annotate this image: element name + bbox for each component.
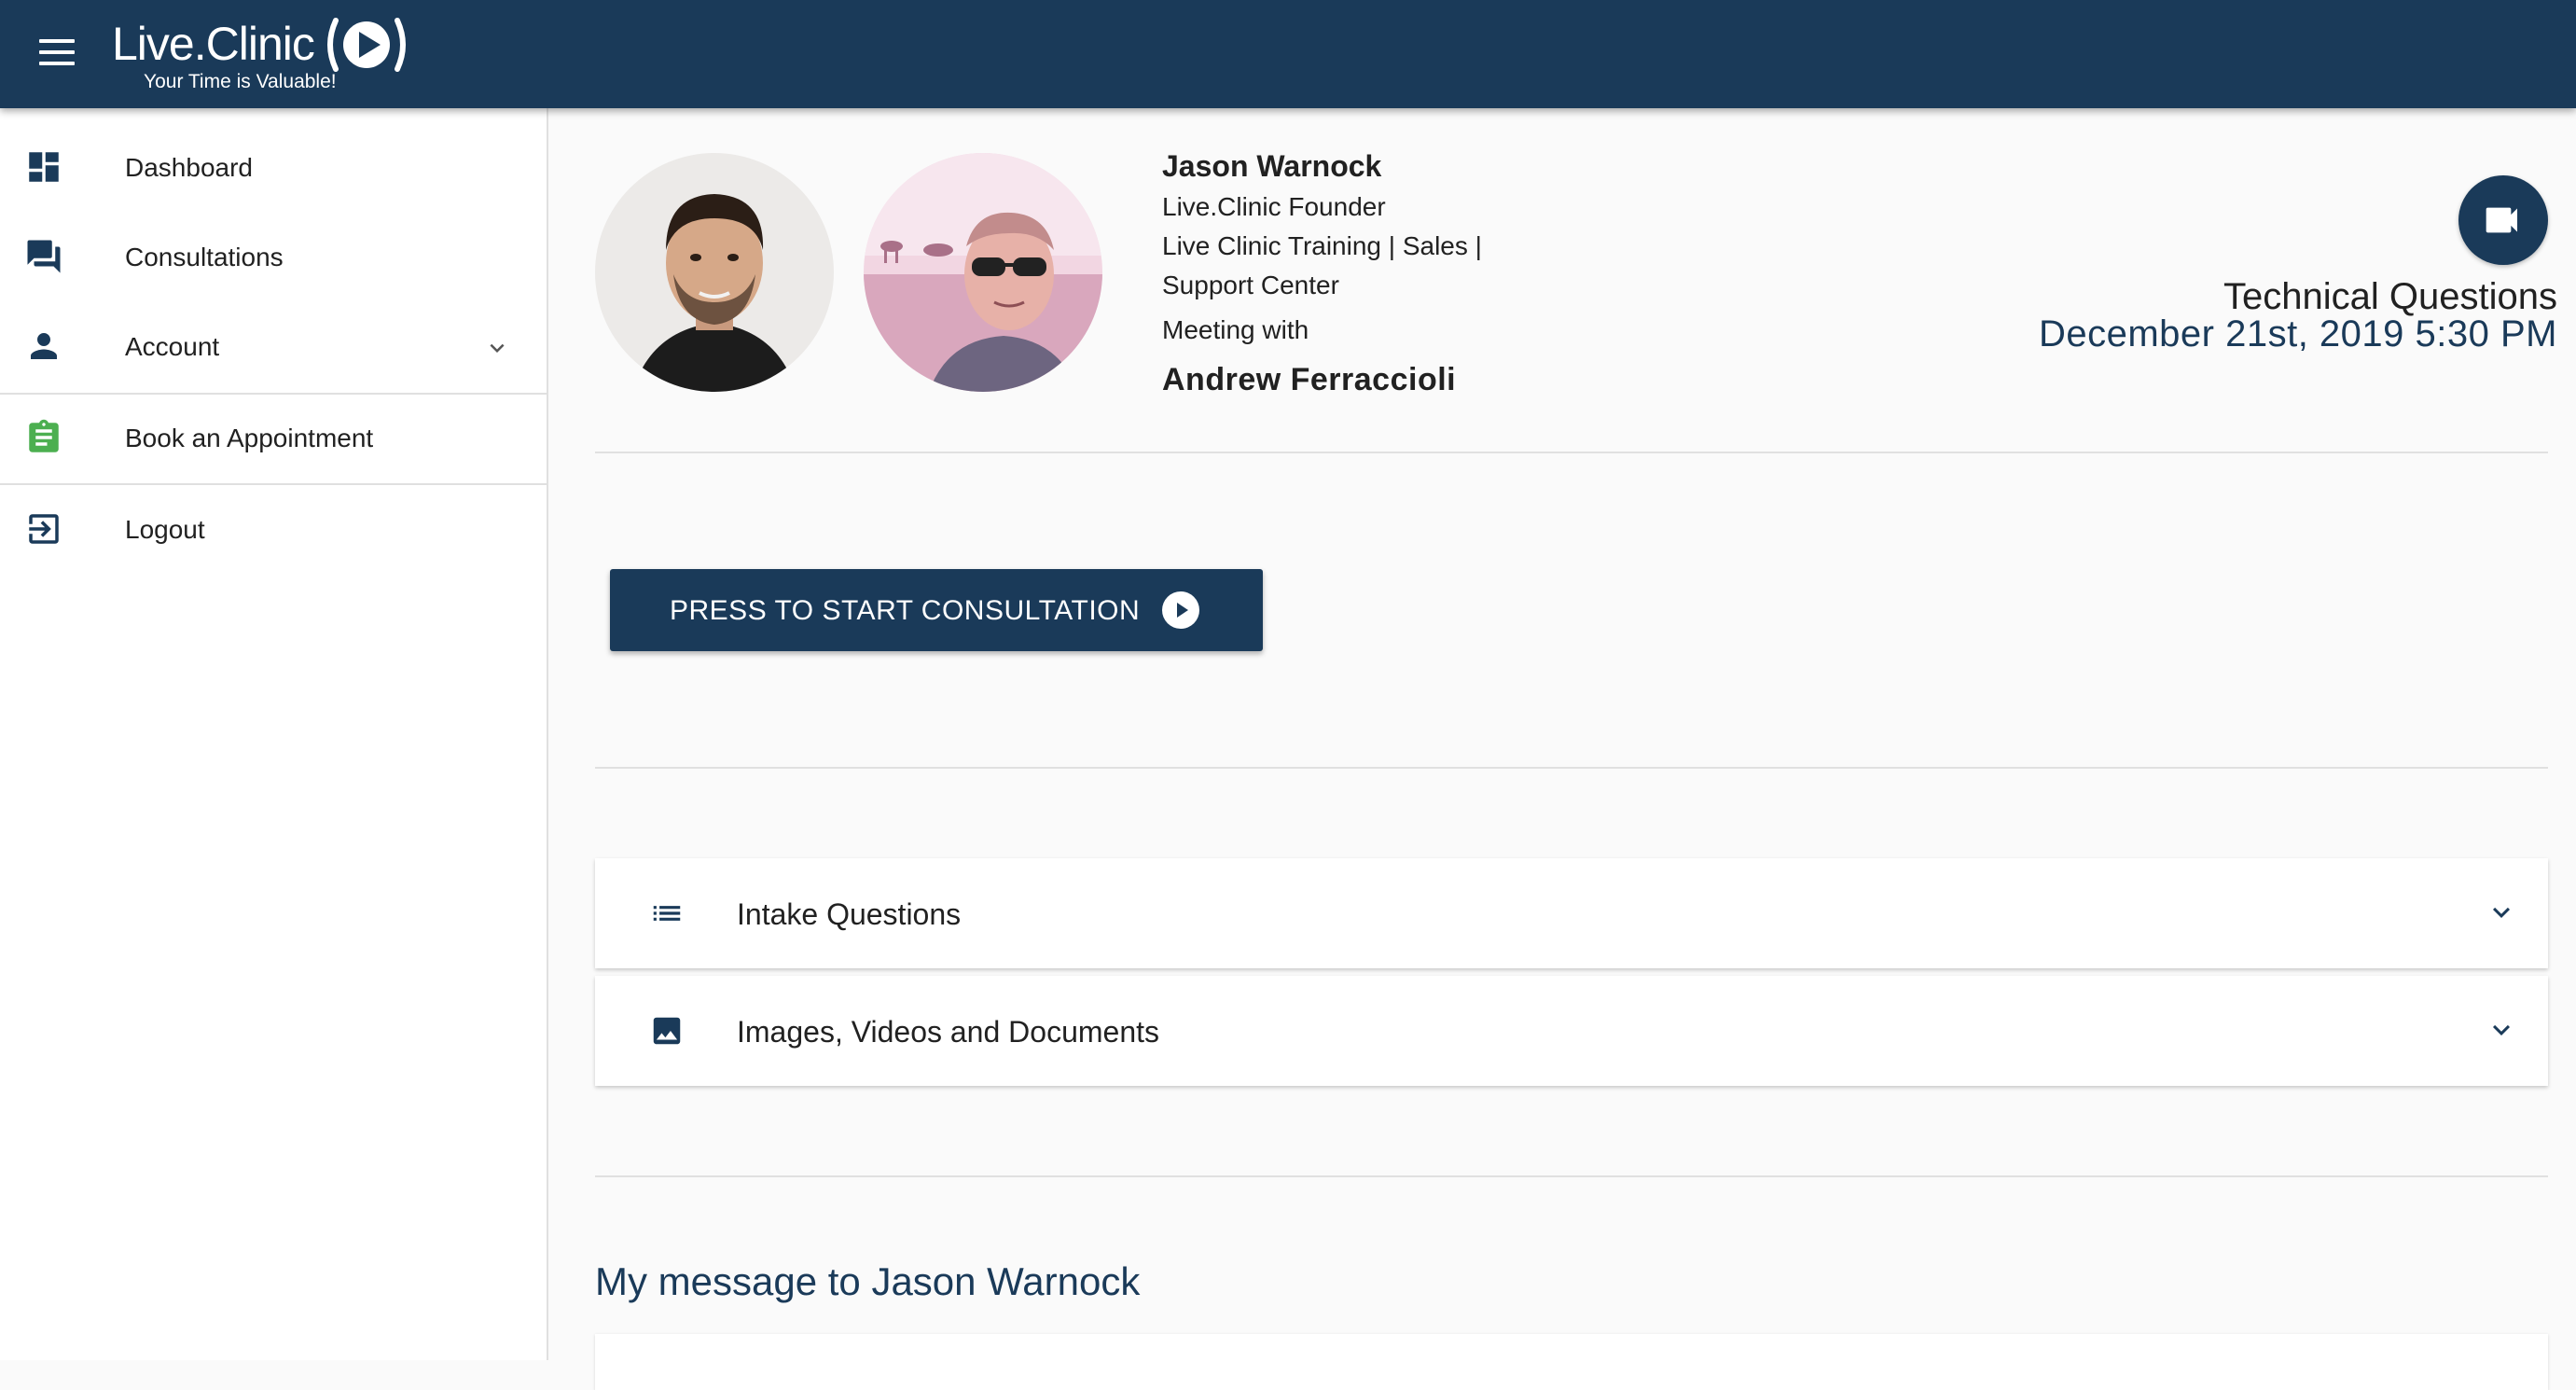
intake-questions-panel[interactable]: Intake Questions: [595, 858, 2548, 968]
list-icon: [653, 906, 681, 921]
clipboard-icon: [29, 419, 59, 452]
top-app-bar: Live.Clinic Your Time is Valuable!: [0, 0, 2576, 108]
hamburger-menu-icon[interactable]: [37, 34, 78, 75]
image-icon: [653, 1017, 681, 1045]
sidebar-item-dashboard[interactable]: Dashboard: [0, 123, 548, 213]
sidebar-nav: Dashboard Consultations Account Book an …: [0, 108, 548, 1360]
start-consultation-label: PRESS TO START CONSULTATION: [670, 595, 1141, 626]
appointment-datetime: December 21st, 2019 5:30 PM: [2038, 313, 2557, 354]
provider-title-line: Support Center: [1162, 271, 1339, 299]
sidebar-item-label: Account: [125, 332, 220, 361]
forum-icon: [27, 240, 61, 273]
chevron-down-icon[interactable]: [483, 334, 511, 362]
sidebar-item-logout[interactable]: Logout: [0, 485, 548, 575]
provider-avatar: [595, 153, 834, 392]
chevron-down-icon[interactable]: [2485, 896, 2518, 929]
logo-tagline: Your Time is Valuable!: [144, 71, 337, 92]
panel-label: Intake Questions: [737, 897, 962, 931]
play-logo-icon: [327, 18, 406, 72]
sidebar-item-account[interactable]: Account: [0, 302, 548, 392]
chevron-down-icon[interactable]: [2485, 1013, 2518, 1047]
provider-title-line: Live.Clinic Founder: [1162, 192, 1386, 221]
images-videos-documents-panel[interactable]: Images, Videos and Documents: [595, 976, 2548, 1086]
section-divider: [595, 1175, 2548, 1177]
appointment-title: Technical Questions: [2223, 276, 2557, 317]
patient-name: Andrew Ferraccioli: [1162, 362, 1457, 397]
person-icon: [31, 333, 57, 359]
section-divider: [595, 452, 2548, 453]
play-circle-icon: [1162, 591, 1199, 629]
provider-title-line: Live Clinic Training | Sales |: [1162, 231, 1482, 260]
sidebar-item-label: Dashboard: [125, 153, 253, 182]
patient-avatar: [864, 153, 1102, 392]
video-call-button[interactable]: [2458, 175, 2548, 265]
app-logo[interactable]: Live.Clinic Your Time is Valuable!: [112, 13, 410, 97]
message-heading: My message to Jason Warnock: [595, 1259, 1141, 1303]
start-consultation-button[interactable]: PRESS TO START CONSULTATION: [610, 569, 1263, 651]
panel-label: Images, Videos and Documents: [737, 1015, 1159, 1049]
message-input[interactable]: [595, 1334, 2548, 1390]
sidebar-item-consultations[interactable]: Consultations: [0, 213, 548, 302]
sidebar-item-book-appointment[interactable]: Book an Appointment: [0, 394, 548, 483]
dashboard-icon: [29, 152, 59, 182]
logout-icon: [29, 514, 59, 544]
section-divider: [595, 767, 2548, 769]
sidebar-item-label: Consultations: [125, 243, 284, 271]
meeting-with-label: Meeting with: [1162, 315, 1309, 344]
main-content: Jason Warnock Live.Clinic Founder Live C…: [550, 108, 2576, 1390]
sidebar-item-label: Book an Appointment: [125, 424, 374, 452]
sidebar-item-label: Logout: [125, 515, 205, 544]
videocam-icon: [2486, 207, 2517, 233]
provider-name: Jason Warnock: [1162, 149, 1382, 183]
logo-text: Live.Clinic: [112, 18, 315, 70]
